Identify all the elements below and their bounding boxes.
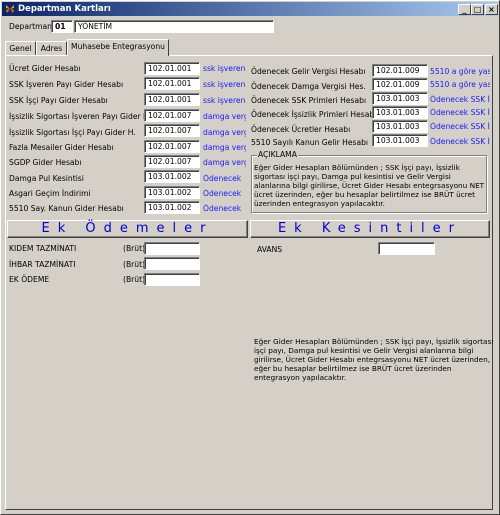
deduction-value-field[interactable] [378, 242, 435, 255]
account-code-field[interactable]: 103.01.002 [144, 186, 200, 199]
account-description: 5510 a göre yası [430, 67, 490, 76]
account-code-field[interactable]: 103.01.003 [372, 120, 428, 133]
payment-value-field[interactable] [144, 257, 200, 270]
ek-odemeler-button[interactable]: Ek Ödemeler [7, 220, 248, 238]
account-description: damga verg [203, 158, 246, 167]
butterfly-icon [6, 5, 14, 13]
account-description: Ödenecek SSK İ [430, 95, 490, 104]
account-label: Ücret Gider Hesabı [9, 64, 81, 73]
payment-qualifier: (Brüt) [123, 275, 146, 284]
account-label: Ödenecek SSK Primleri Hesabı [251, 96, 367, 105]
account-label: Ödenecek Ücretler Hesabı [251, 125, 351, 134]
department-label: Departman [9, 22, 52, 31]
payment-qualifier: (Brüt) [123, 260, 146, 269]
account-description: Ödenecek [203, 189, 242, 198]
account-code-field[interactable]: 102.01.007 [144, 124, 200, 137]
account-description: Ödenecek SSK İ [430, 137, 490, 146]
account-description: Ödenecek SSK İ [430, 108, 490, 117]
account-label: Asgari Geçim İndirimi [9, 189, 91, 198]
aciklama-text: Eğer Gider Hesapları Bölümünden ; SSK İş… [254, 163, 485, 208]
account-code-field[interactable]: 102.01.007 [144, 155, 200, 168]
account-description: damga verg [203, 112, 246, 121]
payment-label: KIDEM TAZMİNATI [9, 244, 77, 253]
account-code-field[interactable]: 102.01.001 [144, 93, 200, 106]
maximize-button[interactable]: □ [471, 4, 484, 15]
account-label: Ödenecek Gelir Vergisi Hesabı [251, 67, 366, 76]
payment-label: EK ÖDEME [9, 275, 50, 284]
ek-kesintiler-button[interactable]: Ek Kesintiler [250, 220, 490, 238]
account-code-field[interactable]: 102.01.009 [372, 64, 428, 77]
tab-genel[interactable]: Genel [5, 41, 36, 55]
account-description: ssk işveren [203, 64, 246, 73]
account-code-field[interactable]: 103.01.002 [144, 170, 200, 183]
account-code-field[interactable]: 103.01.003 [372, 134, 428, 147]
account-code-field[interactable]: 102.01.007 [144, 109, 200, 122]
account-label: İşsizlik Sigortası İşçi Payı Gider H. [9, 128, 136, 137]
tab-adres[interactable]: Adres [36, 41, 67, 55]
account-label: İşsizlik Sigortası İşveren Payı Gider H. [9, 112, 152, 121]
account-description: 5510 a göre yası [430, 80, 490, 89]
account-description: Ödenecek SSK İ [430, 122, 490, 131]
tab-muhasebe-entegrasyonu[interactable]: Muhasebe Entegrasyonu [67, 39, 169, 56]
account-description: Ödenecek [203, 204, 242, 213]
account-description: ssk işveren [203, 80, 246, 89]
account-label: Ödenecek Damga Vergisi Hes. [251, 82, 366, 91]
title-bar[interactable]: Departman Kartları _ □ × [2, 2, 498, 16]
account-label: Ödenecek İşsizlik Primleri Hesabı [251, 110, 377, 119]
department-cards-window: Departman Kartları _ □ × Departman 01 YÖ… [0, 0, 500, 515]
payment-value-field[interactable] [144, 242, 200, 255]
window-title: Departman Kartları [18, 4, 111, 14]
account-label: 5510 Sayılı Kanun Gelir Hesabı [251, 138, 369, 147]
account-code-field[interactable]: 102.01.001 [144, 77, 200, 90]
account-label: SSK İşçi Payı Gider Hesabı [9, 96, 108, 105]
close-button[interactable]: × [485, 4, 498, 15]
department-code-field[interactable]: 01 [51, 20, 73, 33]
payment-qualifier: (Brüt) [123, 244, 146, 253]
account-code-field[interactable]: 103.01.002 [144, 201, 200, 214]
account-label: 5510 Say. Kanun Gider Hesabı [9, 204, 124, 213]
account-label: Fazla Mesailer Gider Hesabı [9, 143, 114, 152]
account-code-field[interactable]: 102.01.009 [372, 78, 428, 91]
explanation-note: Eğer Gider Hesapları Bölümünden ; SSK İş… [254, 337, 494, 382]
account-code-field[interactable]: 102.01.001 [144, 62, 200, 75]
account-description: damga verg [203, 143, 246, 152]
account-label: SSK İşveren Payı Gider Hesabı [9, 80, 124, 89]
account-description: ssk işveren [203, 96, 246, 105]
aciklama-title: AÇIKLAMA [257, 150, 298, 160]
payment-label: İHBAR TAZMİNATI [9, 260, 76, 269]
account-description: damga verg [203, 128, 246, 137]
department-name-field[interactable]: YÖNETİM [74, 20, 274, 33]
account-description: Ödenecek [203, 174, 242, 183]
account-code-field[interactable]: 103.01.003 [372, 92, 428, 105]
account-label: SGDP Gider Hesabı [9, 158, 82, 167]
account-label: Damga Pul Kesintisi [9, 174, 84, 183]
deduction-label: AVANS [257, 245, 283, 254]
account-code-field[interactable]: 103.01.003 [372, 106, 428, 119]
account-code-field[interactable]: 102.01.007 [144, 140, 200, 153]
payment-value-field[interactable] [144, 273, 200, 286]
minimize-button[interactable]: _ [458, 4, 471, 15]
